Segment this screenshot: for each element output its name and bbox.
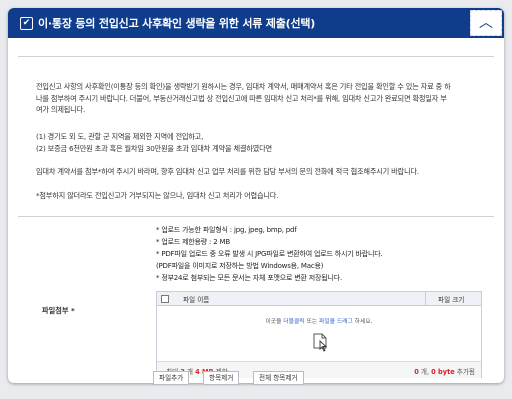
remove-item-button[interactable]: 항목제거 [203, 371, 240, 385]
file-add-icon [313, 333, 328, 352]
upload-rule: (PDF파일을 이미지로 저장하는 방법 Windows용, Mac용) [156, 262, 324, 270]
upload-rules: * 업로드 가능한 파일형식 : jpg, jpeg, bmp, pdf * 업… [156, 224, 456, 284]
hint-text: 하세요. [352, 319, 373, 325]
notice-paragraph-1: 전입신고 사항의 사후확인(이통장 등의 확인)을 생략받기 원하시는 경우, … [36, 81, 481, 116]
select-all-checkbox[interactable] [161, 295, 169, 303]
upload-rule: * PDF파일 업로드 중 오류 발생 시 JPG파일로 변환하여 업로드 하시… [156, 250, 383, 258]
collapse-button[interactable]: ︿ [470, 10, 502, 36]
upload-rule: * 정부24로 첨부되는 모든 문서는 자체 포맷으로 변환 저장됩니다. [156, 274, 343, 282]
upload-rule: * 업로드 가능한 파일형식 : jpg, jpeg, bmp, pdf [156, 226, 297, 234]
drag-file-link[interactable]: 파일을 드래그 [319, 319, 353, 325]
divider [18, 216, 494, 217]
section-title: 이·통장 등의 전입신고 사후확인 생략을 위한 서류 제출(선택) [38, 17, 316, 30]
hint-text: 또는 [304, 319, 319, 325]
notice-paragraph-4: *첨부하지 않더라도 전입신고가 거부되지는 않으나, 임대차 신고 처리가 어… [36, 191, 279, 200]
notice-line: 나를 첨부하여 주시기 바랍니다. 더불어, 부동산거래신고법 상 전입신고에 … [36, 93, 447, 103]
file-list-header: 파일 이름 파일 크기 [157, 292, 481, 306]
upload-rule: * 업로드 제한용량 : 2 MB [156, 238, 230, 246]
added-text: 개, [418, 368, 432, 376]
notice-line: 전입신고 사항의 사후확인(이통장 등의 확인)을 생략받기 원하시는 경우, … [36, 82, 451, 91]
file-added-text: 0 개, 0 byte 추가됨 [414, 366, 475, 376]
notice-line: (1) 경기도 외 도, 관할 군 지역을 제외한 지역에 전입하고, [36, 132, 204, 141]
section-header[interactable]: ✔ 이·통장 등의 전입신고 사후확인 생략을 위한 서류 제출(선택) ︿ [8, 8, 504, 38]
added-text: 추가됨 [454, 368, 475, 376]
file-upload-box: 파일 이름 파일 크기 이곳을 더블클릭 또는 파일을 드래그 하세요. 최대 … [156, 291, 482, 378]
notice-line: 여가 의제됩니다. [36, 105, 86, 114]
file-attach-label: 파일첨부 * [42, 306, 75, 315]
notice-line: (2) 보증금 6천만원 초과 혹은 월차임 30만원을 초과 임대차 계약을 … [36, 143, 272, 153]
col-file-name: 파일 이름 [183, 296, 210, 304]
column-separator [425, 292, 426, 305]
drop-zone-hint: 이곳을 더블클릭 또는 파일을 드래그 하세요. [157, 316, 481, 325]
add-file-button[interactable]: 파일추가 [153, 371, 190, 385]
document-submission-panel: ✔ 이·통장 등의 전입신고 사후확인 생략을 위한 서류 제출(선택) ︿ 전… [8, 8, 504, 383]
added-size: 0 byte [431, 368, 455, 376]
file-drop-zone[interactable]: 이곳을 더블클릭 또는 파일을 드래그 하세요. [157, 306, 481, 361]
notice-paragraph-3: 임대차 계약서를 첨부*하여 주시기 바라며, 향후 임대차 신고 업무 처리를… [36, 167, 419, 176]
hint-text: 이곳을 [265, 319, 284, 325]
section-checkbox[interactable]: ✔ [20, 17, 33, 30]
remove-all-button[interactable]: 전체 항목제거 [253, 371, 304, 385]
chevron-up-icon: ︿ [479, 15, 493, 31]
notice-paragraph-2: (1) 경기도 외 도, 관할 군 지역을 제외한 지역에 전입하고, (2) … [36, 131, 481, 154]
double-click-link[interactable]: 더블클릭 [283, 319, 304, 325]
divider [18, 56, 494, 57]
col-file-size: 파일 크기 [438, 296, 465, 304]
